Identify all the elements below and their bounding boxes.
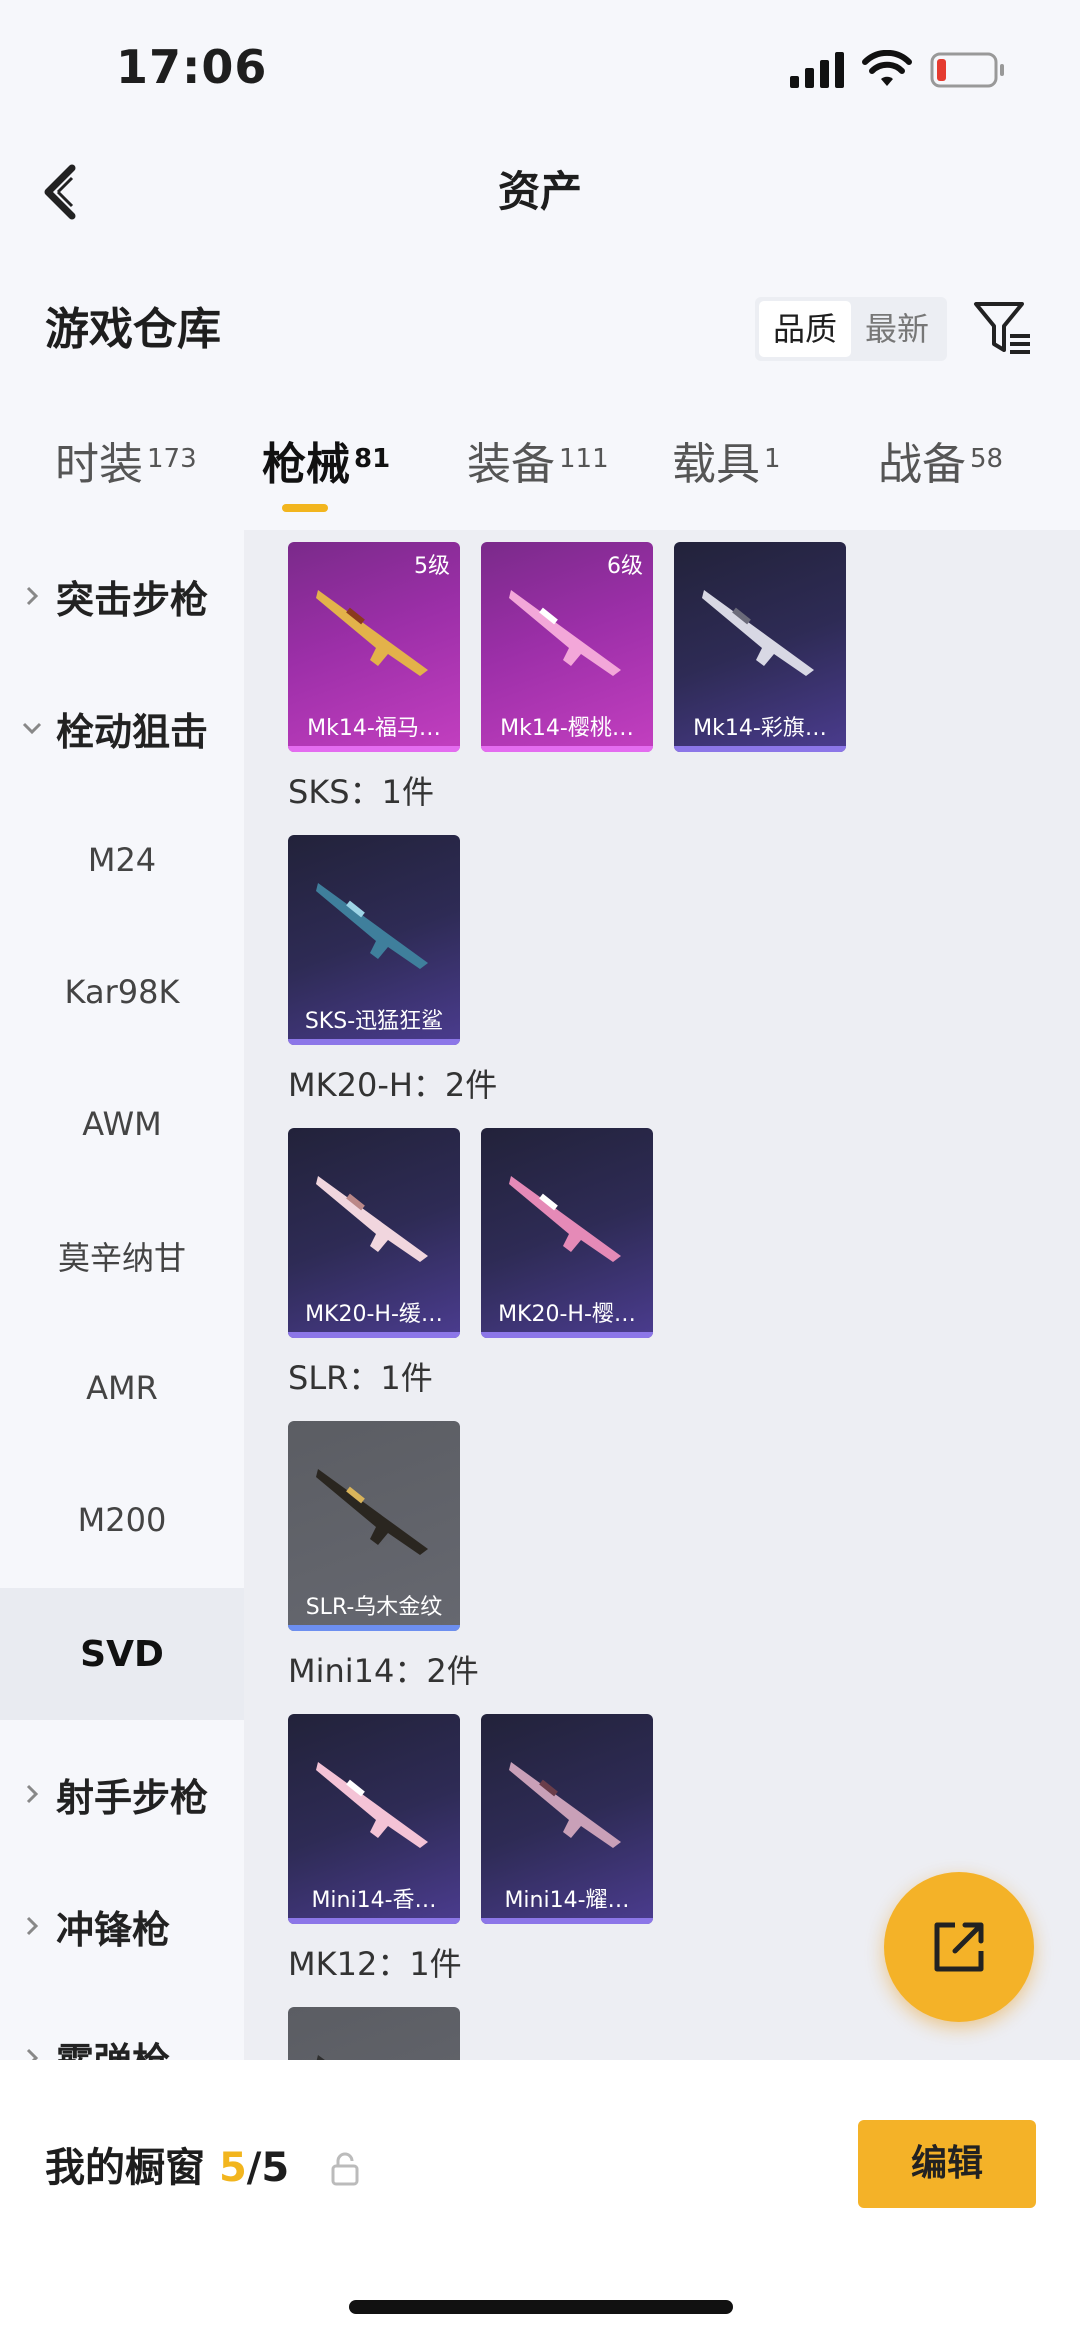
card-row: Mini14-香… Mini14-耀…: [288, 1714, 653, 1924]
active-tab-indicator: [282, 504, 328, 512]
sidebar-item-assault-rifle[interactable]: 突击步枪: [0, 530, 244, 662]
rarity-bar: [288, 746, 460, 752]
sort-newest-button[interactable]: 最新: [851, 301, 943, 357]
rifle-icon: [316, 1176, 428, 1262]
wifi-icon: [862, 50, 912, 86]
share-button[interactable]: [884, 1872, 1034, 2022]
rarity-bar: [481, 746, 653, 752]
warehouse-title: 游戏仓库: [45, 304, 221, 355]
showcase-count: 5: [218, 2145, 247, 2191]
category-tabs: 时装 173 枪械 81 装备 111 载具 1 战备 58: [0, 430, 1080, 530]
skin-card[interactable]: SLR-乌木金纹: [288, 1421, 460, 1631]
skin-card[interactable]: SKS-迅猛狂鲨: [288, 835, 460, 1045]
tab-vehicles[interactable]: 载具 1: [672, 430, 781, 500]
skin-name: Mk14-彩旗…: [693, 716, 827, 741]
card-row: MK20-H-缓… MK20-H-樱…: [288, 1128, 653, 1338]
group-label: SLR：1件: [288, 1359, 433, 1397]
sort-toggle: 品质 最新: [755, 297, 947, 361]
card-row: SKS-迅猛狂鲨: [288, 835, 460, 1045]
showcase-label: 我的橱窗 5/5: [45, 2145, 290, 2191]
tab-supplies[interactable]: 战备 58: [878, 430, 1003, 500]
skin-card[interactable]: Mini14-耀…: [481, 1714, 653, 1924]
skin-name: MK20-H-缓…: [305, 1302, 443, 1327]
rifle-icon: [509, 1762, 621, 1848]
skin-name: SKS-迅猛狂鲨: [304, 1009, 444, 1034]
chevron-right-icon: [26, 586, 39, 606]
rarity-bar: [288, 1332, 460, 1338]
skin-card[interactable]: 5级 Mk14-福马…: [288, 542, 460, 752]
rifle-icon: [316, 883, 428, 969]
signal-icon: [790, 52, 844, 88]
sidebar-item-awm[interactable]: AWM: [0, 1058, 244, 1190]
rarity-bar: [288, 1918, 460, 1924]
group-label: Mini14：2件: [288, 1652, 479, 1690]
chevron-right-icon: [26, 2048, 39, 2060]
lock-icon: [331, 2152, 359, 2186]
card-row: SLR-乌木金纹: [288, 1421, 460, 1631]
sort-quality-button[interactable]: 品质: [759, 301, 851, 357]
card-row: 5级 Mk14-福马… 6级 Mk14-樱桃… Mk14-彩旗…: [288, 542, 846, 752]
sidebar-item-bolt-sniper[interactable]: 栓动狙击: [0, 662, 244, 794]
sidebar-item-smg[interactable]: 冲锋枪: [0, 1860, 244, 1992]
home-indicator: [349, 2300, 733, 2314]
group-label: MK20-H：2件: [288, 1066, 498, 1104]
tab-equipment[interactable]: 装备 111: [467, 430, 609, 500]
sidebar-item-svd[interactable]: SVD: [0, 1588, 244, 1720]
skin-name: MK20-H-樱…: [498, 1302, 636, 1327]
status-bar: 17:06: [0, 0, 1080, 130]
share-icon: [934, 1922, 984, 1972]
sidebar-item-m200[interactable]: M200: [0, 1454, 244, 1586]
skin-card[interactable]: MK20-H-缓…: [288, 1128, 460, 1338]
rarity-bar: [674, 746, 846, 752]
skin-name: Mk14-福马…: [307, 716, 441, 741]
group-label: MK12：1件: [288, 1945, 462, 1983]
rarity-bar: [481, 1332, 653, 1338]
tab-weapons[interactable]: 枪械 81: [262, 430, 390, 500]
sidebar-item-m24[interactable]: M24: [0, 794, 244, 926]
edit-button[interactable]: 编辑: [858, 2120, 1036, 2208]
skin-card[interactable]: [288, 2007, 460, 2060]
sidebar-item-marksman-rifle[interactable]: 射手步枪: [0, 1728, 244, 1860]
skin-level: 6级: [607, 554, 643, 579]
chevron-down-icon: [22, 722, 42, 735]
status-time: 17:06: [116, 40, 268, 94]
sidebar-item-amr[interactable]: AMR: [0, 1322, 244, 1454]
rifle-icon: [509, 590, 621, 676]
sidebar-item-shotgun[interactable]: 霰弹枪: [0, 1992, 244, 2060]
skin-name: Mini14-香…: [311, 1888, 437, 1913]
rarity-bar: [288, 1039, 460, 1045]
skin-card[interactable]: MK20-H-樱…: [481, 1128, 653, 1338]
rifle-icon: [316, 590, 428, 676]
skin-card[interactable]: 6级 Mk14-樱桃…: [481, 542, 653, 752]
rarity-bar: [481, 1918, 653, 1924]
rifle-icon: [509, 1176, 621, 1262]
sidebar-item-kar98k[interactable]: Kar98K: [0, 926, 244, 1058]
showcase-bar: 我的橱窗 5/5 编辑: [0, 2060, 1080, 2337]
filter-icon[interactable]: [972, 298, 1034, 360]
skin-name: SLR-乌木金纹: [305, 1595, 443, 1620]
weapon-category-sidebar: 突击步枪 栓动狙击 M24 Kar98K AWM 莫辛纳甘 AMR M200 S…: [0, 530, 244, 2060]
rifle-icon: [316, 1762, 428, 1848]
card-row: [288, 2007, 460, 2060]
skin-card[interactable]: Mk14-彩旗…: [674, 542, 846, 752]
chevron-right-icon: [26, 1916, 39, 1936]
skin-level: 5级: [414, 554, 450, 579]
rifle-icon: [702, 590, 814, 676]
page-title: 资产: [497, 167, 582, 216]
rifle-icon: [316, 2055, 325, 2060]
skin-card[interactable]: Mini14-香…: [288, 1714, 460, 1924]
group-label: SKS：1件: [288, 773, 434, 811]
chevron-right-icon: [26, 1784, 39, 1804]
showcase-total: /5: [246, 2145, 290, 2191]
skin-name: Mini14-耀…: [504, 1888, 630, 1913]
weapon-grid: 5级 Mk14-福马… 6级 Mk14-樱桃… Mk14-彩旗… SKS：1件 …: [244, 530, 1080, 2060]
rarity-bar: [288, 1625, 460, 1631]
tab-fashion[interactable]: 时装 173: [55, 430, 197, 500]
battery-icon: [930, 52, 1004, 88]
rifle-icon: [316, 1469, 428, 1555]
sidebar-item-mosin[interactable]: 莫辛纳甘: [0, 1190, 244, 1322]
skin-name: Mk14-樱桃…: [500, 716, 634, 741]
